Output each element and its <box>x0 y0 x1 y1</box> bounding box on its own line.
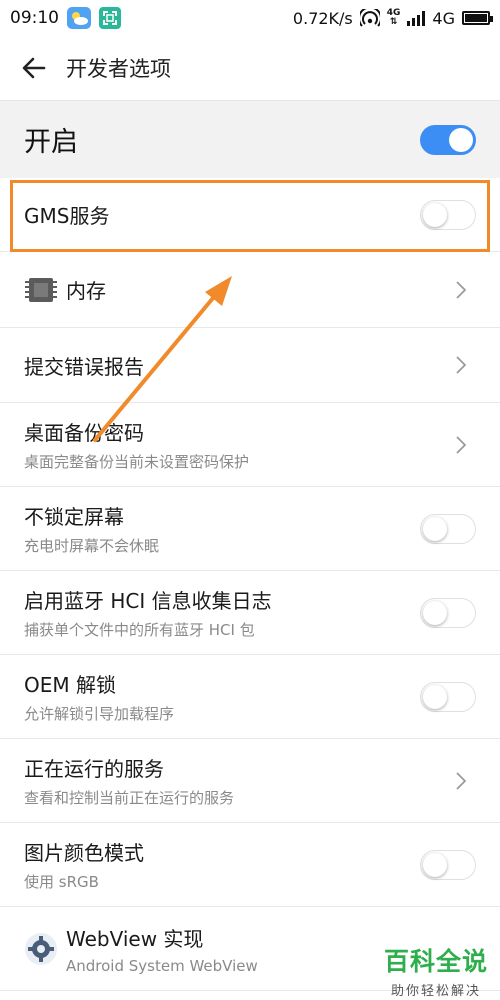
item-title: 提交错误报告 <box>24 354 144 379</box>
picture-color-mode-toggle[interactable] <box>420 849 476 880</box>
master-label: 开启 <box>24 127 78 158</box>
status-time: 09:10 <box>10 8 59 28</box>
status-bar: 09:10 0.72K/s 4G ⇅ 4G <box>0 0 500 36</box>
item-title: 启用蓝牙 HCI 信息收集日志 <box>24 589 272 613</box>
chevron-right-icon <box>454 279 468 301</box>
list-item-oem-unlock[interactable]: OEM 解锁 允许解锁引导加载程序 <box>0 655 500 739</box>
item-title: 不锁定屏幕 <box>24 505 124 529</box>
developer-options-master-row[interactable]: 开启 <box>0 100 500 178</box>
watermark-main: 百科全说 <box>383 947 488 976</box>
scan-icon <box>99 7 121 29</box>
oem-unlock-toggle[interactable] <box>420 681 476 712</box>
item-subtitle: 使用 sRGB <box>24 873 99 891</box>
bluetooth-hci-log-toggle[interactable] <box>420 597 476 628</box>
list-item-gms-service[interactable]: GMS服务 <box>0 178 500 252</box>
item-subtitle: 捕获单个文件中的所有蓝牙 HCI 包 <box>24 621 255 639</box>
item-title: 内存 <box>66 279 106 303</box>
list-item-memory[interactable]: 内存 <box>0 252 500 328</box>
weather-icon <box>67 7 91 29</box>
chevron-right-icon <box>454 434 468 456</box>
stay-awake-toggle[interactable] <box>420 513 476 544</box>
settings-list: GMS服务 内存 提交错误报告 桌面备份密码 桌面完整备份当前未设置密码保护 不… <box>0 178 500 991</box>
item-subtitle: 充电时屏幕不会休眠 <box>24 537 160 555</box>
list-item-desktop-backup-password[interactable]: 桌面备份密码 桌面完整备份当前未设置密码保护 <box>0 403 500 487</box>
item-subtitle: 桌面完整备份当前未设置密码保护 <box>24 453 250 471</box>
app-bar: 开发者选项 <box>0 36 500 100</box>
list-item-bluetooth-hci-log[interactable]: 启用蓝牙 HCI 信息收集日志 捕获单个文件中的所有蓝牙 HCI 包 <box>0 571 500 655</box>
item-title: GMS服务 <box>24 204 110 228</box>
list-item-stay-awake[interactable]: 不锁定屏幕 充电时屏幕不会休眠 <box>0 487 500 571</box>
signal-icon <box>407 10 426 26</box>
net-arrows-icon: ⇅ <box>389 17 398 27</box>
memory-chip-icon <box>25 277 57 302</box>
item-subtitle: 允许解锁引导加载程序 <box>24 705 175 723</box>
gms-service-toggle[interactable] <box>420 199 476 230</box>
list-item-running-services[interactable]: 正在运行的服务 查看和控制当前正在运行的服务 <box>0 739 500 823</box>
item-title: OEM 解锁 <box>24 673 116 697</box>
network-type: 4G <box>432 8 455 28</box>
item-title: 图片颜色模式 <box>24 841 144 865</box>
page-title: 开发者选项 <box>66 57 171 81</box>
chevron-right-icon <box>454 354 468 376</box>
hotspot-icon <box>359 9 380 27</box>
item-subtitle: 查看和控制当前正在运行的服务 <box>24 789 235 807</box>
list-item-bug-report[interactable]: 提交错误报告 <box>0 328 500 403</box>
master-toggle[interactable] <box>420 124 476 155</box>
back-arrow-icon <box>22 57 46 79</box>
watermark-sub: 助你轻松解决 <box>390 984 481 999</box>
webview-gear-icon <box>25 932 57 965</box>
chevron-right-icon <box>454 770 468 792</box>
network-generation-indicator: 4G ⇅ <box>387 9 401 27</box>
item-title: WebView 实现 <box>66 926 204 951</box>
item-subtitle: Android System WebView <box>66 956 258 975</box>
watermark-logo: 百科全说 助你轻松解决 <box>384 942 488 999</box>
item-title: 正在运行的服务 <box>24 757 164 781</box>
item-title: 桌面备份密码 <box>24 421 144 445</box>
list-item-picture-color-mode[interactable]: 图片颜色模式 使用 sRGB <box>0 823 500 907</box>
battery-icon <box>462 11 493 25</box>
back-button[interactable] <box>20 54 48 82</box>
network-speed: 0.72K/s <box>292 8 353 28</box>
